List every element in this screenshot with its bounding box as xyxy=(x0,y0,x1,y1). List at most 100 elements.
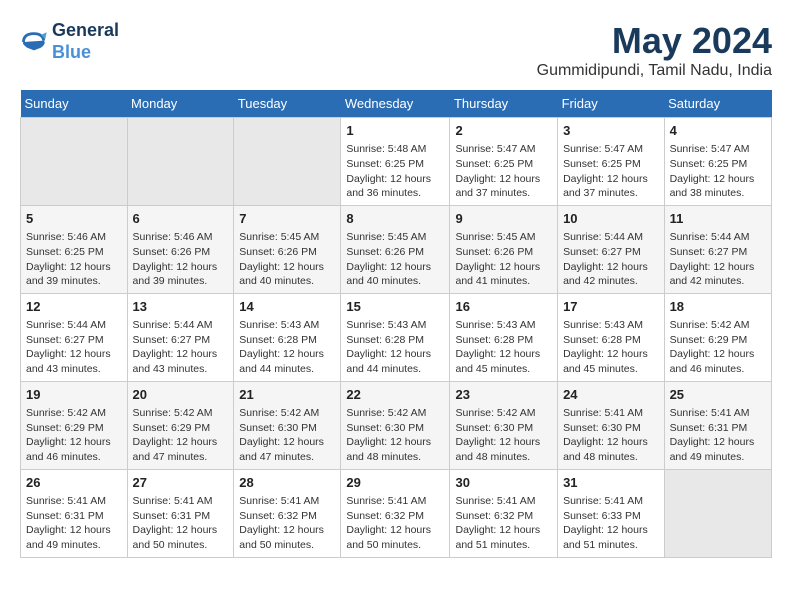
col-header-wednesday: Wednesday xyxy=(341,90,450,118)
calendar-cell: 12 Sunrise: 5:44 AM Sunset: 6:27 PM Dayli… xyxy=(21,293,128,381)
day-number: 2 xyxy=(455,122,552,140)
calendar-cell: 24 Sunrise: 5:41 AM Sunset: 6:30 PM Dayli… xyxy=(558,381,665,469)
day-info: Sunrise: 5:43 AM Sunset: 6:28 PM Dayligh… xyxy=(239,318,335,377)
calendar-table: SundayMondayTuesdayWednesdayThursdayFrid… xyxy=(20,90,772,558)
calendar-cell: 6 Sunrise: 5:46 AM Sunset: 6:26 PM Daylig… xyxy=(127,205,234,293)
day-number: 10 xyxy=(563,210,659,228)
calendar-cell: 30 Sunrise: 5:41 AM Sunset: 6:32 PM Dayli… xyxy=(450,469,558,557)
day-number: 1 xyxy=(346,122,444,140)
calendar-cell: 1Sunrise: 5:48 AM Sunset: 6:25 PM Daylig… xyxy=(341,118,450,206)
day-info: Sunrise: 5:41 AM Sunset: 6:31 PM Dayligh… xyxy=(26,494,122,553)
header-row: SundayMondayTuesdayWednesdayThursdayFrid… xyxy=(21,90,772,118)
week-row-3: 12 Sunrise: 5:44 AM Sunset: 6:27 PM Dayli… xyxy=(21,293,772,381)
day-info: Sunrise: 5:43 AM Sunset: 6:28 PM Dayligh… xyxy=(455,318,552,377)
day-info: Sunrise: 5:41 AM Sunset: 6:33 PM Dayligh… xyxy=(563,494,659,553)
calendar-cell: 14 Sunrise: 5:43 AM Sunset: 6:28 PM Dayli… xyxy=(234,293,341,381)
calendar-cell: 13 Sunrise: 5:44 AM Sunset: 6:27 PM Dayli… xyxy=(127,293,234,381)
day-number: 26 xyxy=(26,474,122,492)
calendar-cell: 11 Sunrise: 5:44 AM Sunset: 6:27 PM Dayli… xyxy=(664,205,771,293)
day-info: Sunrise: 5:46 AM Sunset: 6:26 PM Dayligh… xyxy=(133,230,229,289)
day-number: 22 xyxy=(346,386,444,404)
calendar-cell: 16 Sunrise: 5:43 AM Sunset: 6:28 PM Dayli… xyxy=(450,293,558,381)
logo: General Blue xyxy=(20,20,119,63)
day-number: 17 xyxy=(563,298,659,316)
day-number: 13 xyxy=(133,298,229,316)
calendar-cell: 9 Sunrise: 5:45 AM Sunset: 6:26 PM Daylig… xyxy=(450,205,558,293)
day-number: 25 xyxy=(670,386,766,404)
day-number: 4 xyxy=(670,122,766,140)
day-number: 16 xyxy=(455,298,552,316)
week-row-4: 19 Sunrise: 5:42 AM Sunset: 6:29 PM Dayli… xyxy=(21,381,772,469)
day-number: 3 xyxy=(563,122,659,140)
day-number: 20 xyxy=(133,386,229,404)
day-info: Sunrise: 5:44 AM Sunset: 6:27 PM Dayligh… xyxy=(563,230,659,289)
day-number: 9 xyxy=(455,210,552,228)
calendar-cell: 8Sunrise: 5:45 AM Sunset: 6:26 PM Daylig… xyxy=(341,205,450,293)
day-number: 5 xyxy=(26,210,122,228)
day-info: Sunrise: 5:42 AM Sunset: 6:29 PM Dayligh… xyxy=(26,406,122,465)
day-info: Sunrise: 5:42 AM Sunset: 6:29 PM Dayligh… xyxy=(133,406,229,465)
day-number: 7 xyxy=(239,210,335,228)
day-info: Sunrise: 5:41 AM Sunset: 6:30 PM Dayligh… xyxy=(563,406,659,465)
day-info: Sunrise: 5:46 AM Sunset: 6:25 PM Dayligh… xyxy=(26,230,122,289)
day-info: Sunrise: 5:43 AM Sunset: 6:28 PM Dayligh… xyxy=(346,318,444,377)
day-number: 31 xyxy=(563,474,659,492)
day-info: Sunrise: 5:47 AM Sunset: 6:25 PM Dayligh… xyxy=(670,142,766,201)
day-info: Sunrise: 5:42 AM Sunset: 6:30 PM Dayligh… xyxy=(346,406,444,465)
day-number: 6 xyxy=(133,210,229,228)
day-number: 28 xyxy=(239,474,335,492)
col-header-monday: Monday xyxy=(127,90,234,118)
col-header-tuesday: Tuesday xyxy=(234,90,341,118)
calendar-cell: 2 Sunrise: 5:47 AM Sunset: 6:25 PM Daylig… xyxy=(450,118,558,206)
calendar-cell: 31 Sunrise: 5:41 AM Sunset: 6:33 PM Dayli… xyxy=(558,469,665,557)
day-info: Sunrise: 5:41 AM Sunset: 6:31 PM Dayligh… xyxy=(670,406,766,465)
calendar-cell: 23Sunrise: 5:42 AM Sunset: 6:30 PM Dayli… xyxy=(450,381,558,469)
day-number: 27 xyxy=(133,474,229,492)
day-number: 15 xyxy=(346,298,444,316)
day-info: Sunrise: 5:45 AM Sunset: 6:26 PM Dayligh… xyxy=(455,230,552,289)
calendar-cell: 7 Sunrise: 5:45 AM Sunset: 6:26 PM Daylig… xyxy=(234,205,341,293)
calendar-cell: 4 Sunrise: 5:47 AM Sunset: 6:25 PM Daylig… xyxy=(664,118,771,206)
calendar-cell xyxy=(21,118,128,206)
day-info: Sunrise: 5:41 AM Sunset: 6:32 PM Dayligh… xyxy=(346,494,444,553)
calendar-cell xyxy=(234,118,341,206)
day-number: 30 xyxy=(455,474,552,492)
day-info: Sunrise: 5:44 AM Sunset: 6:27 PM Dayligh… xyxy=(26,318,122,377)
location: Gummidipundi, Tamil Nadu, India xyxy=(537,62,772,80)
week-row-5: 26 Sunrise: 5:41 AM Sunset: 6:31 PM Dayli… xyxy=(21,469,772,557)
day-number: 11 xyxy=(670,210,766,228)
calendar-cell: 28 Sunrise: 5:41 AM Sunset: 6:32 PM Dayli… xyxy=(234,469,341,557)
week-row-1: 1Sunrise: 5:48 AM Sunset: 6:25 PM Daylig… xyxy=(21,118,772,206)
day-info: Sunrise: 5:44 AM Sunset: 6:27 PM Dayligh… xyxy=(670,230,766,289)
day-info: Sunrise: 5:47 AM Sunset: 6:25 PM Dayligh… xyxy=(455,142,552,201)
day-info: Sunrise: 5:45 AM Sunset: 6:26 PM Dayligh… xyxy=(239,230,335,289)
col-header-sunday: Sunday xyxy=(21,90,128,118)
day-number: 14 xyxy=(239,298,335,316)
calendar-cell: 15 Sunrise: 5:43 AM Sunset: 6:28 PM Dayli… xyxy=(341,293,450,381)
calendar-cell: 5 Sunrise: 5:46 AM Sunset: 6:25 PM Daylig… xyxy=(21,205,128,293)
calendar-cell: 18Sunrise: 5:42 AM Sunset: 6:29 PM Dayli… xyxy=(664,293,771,381)
day-info: Sunrise: 5:41 AM Sunset: 6:32 PM Dayligh… xyxy=(239,494,335,553)
day-number: 12 xyxy=(26,298,122,316)
week-row-2: 5 Sunrise: 5:46 AM Sunset: 6:25 PM Daylig… xyxy=(21,205,772,293)
calendar-cell: 21Sunrise: 5:42 AM Sunset: 6:30 PM Dayli… xyxy=(234,381,341,469)
day-info: Sunrise: 5:47 AM Sunset: 6:25 PM Dayligh… xyxy=(563,142,659,201)
day-number: 23 xyxy=(455,386,552,404)
day-info: Sunrise: 5:42 AM Sunset: 6:30 PM Dayligh… xyxy=(239,406,335,465)
day-info: Sunrise: 5:43 AM Sunset: 6:28 PM Dayligh… xyxy=(563,318,659,377)
day-number: 19 xyxy=(26,386,122,404)
day-info: Sunrise: 5:44 AM Sunset: 6:27 PM Dayligh… xyxy=(133,318,229,377)
calendar-cell xyxy=(127,118,234,206)
calendar-cell: 26 Sunrise: 5:41 AM Sunset: 6:31 PM Dayli… xyxy=(21,469,128,557)
day-number: 24 xyxy=(563,386,659,404)
calendar-cell xyxy=(664,469,771,557)
day-info: Sunrise: 5:41 AM Sunset: 6:32 PM Dayligh… xyxy=(455,494,552,553)
calendar-cell: 3 Sunrise: 5:47 AM Sunset: 6:25 PM Daylig… xyxy=(558,118,665,206)
month-year: May 2024 xyxy=(537,20,772,62)
day-info: Sunrise: 5:45 AM Sunset: 6:26 PM Dayligh… xyxy=(346,230,444,289)
col-header-saturday: Saturday xyxy=(664,90,771,118)
logo-icon xyxy=(20,28,48,56)
calendar-cell: 27Sunrise: 5:41 AM Sunset: 6:31 PM Dayli… xyxy=(127,469,234,557)
calendar-cell: 17 Sunrise: 5:43 AM Sunset: 6:28 PM Dayli… xyxy=(558,293,665,381)
calendar-cell: 10 Sunrise: 5:44 AM Sunset: 6:27 PM Dayli… xyxy=(558,205,665,293)
